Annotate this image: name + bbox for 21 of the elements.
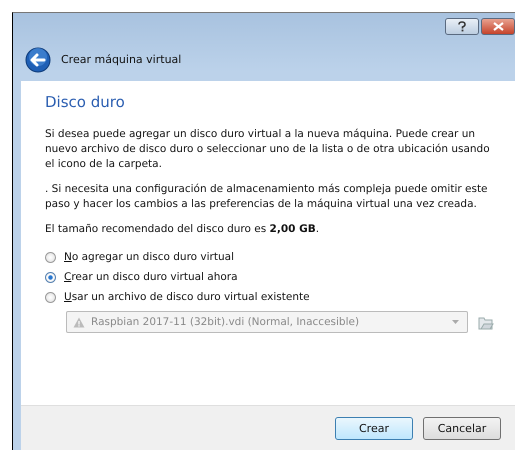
- window-title: Crear máquina virtual: [61, 53, 182, 66]
- page-heading: Disco duro: [45, 93, 126, 111]
- option-label[interactable]: Usar un archivo de disco duro virtual existente: [64, 291, 310, 303]
- caret-icon: [452, 320, 459, 324]
- question-mark-icon: [457, 21, 467, 32]
- warning-icon: [73, 316, 85, 328]
- back-button[interactable]: [25, 46, 51, 72]
- radio-button[interactable]: [45, 292, 56, 302]
- dialog-button[interactable]: Crear: [335, 416, 413, 440]
- description-text: . Si necesita una configuración de almacenamiento más compleja puede omitir este paso y hacer los cambios a las preferencias de la máquina virtual una vez creada.: [45, 182, 489, 212]
- description-text: El tamaño recomendado del disco duro es 2,00 GB.: [45, 222, 320, 237]
- option-label[interactable]: No agregar un disco duro virtual: [64, 251, 234, 263]
- description-text: Si desea puede agregar un disco duro virtual a la nueva máquina. Puede crear un nuevo archivo de disco duro o seleccionar uno de la lista o de otra ubicación usando el icono de la carpeta.: [45, 127, 491, 172]
- folder-icon[interactable]: [478, 314, 494, 330]
- close-button[interactable]: [481, 18, 515, 35]
- dialog-button[interactable]: Cancelar: [423, 416, 501, 440]
- help-button[interactable]: [445, 18, 479, 35]
- option-label[interactable]: Crear un disco duro virtual ahora: [64, 271, 238, 283]
- close-icon: [492, 22, 504, 31]
- radio-button[interactable]: [45, 272, 56, 282]
- radio-button[interactable]: [45, 252, 56, 262]
